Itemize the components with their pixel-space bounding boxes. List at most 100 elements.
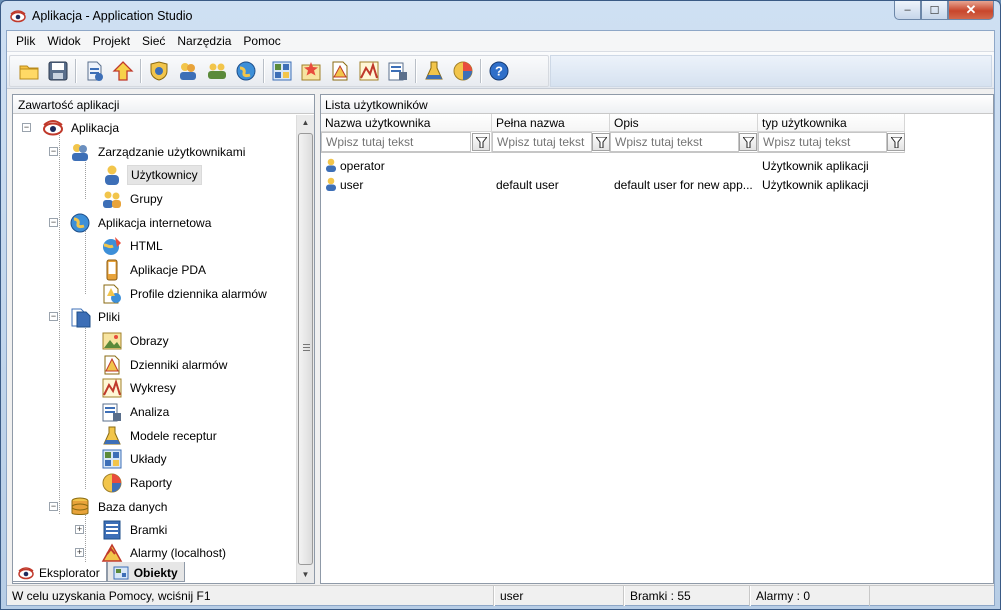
tree-label: Aplikacje PDA [130,263,207,277]
title-bar[interactable]: Aplikacja - Application Studio – ☐ ✕ [1,1,1000,31]
tree-label: Modele receptur [130,429,217,443]
recipes-button[interactable] [421,59,446,84]
scroll-thumb[interactable] [298,133,313,565]
filter-input-full-name[interactable] [492,132,592,152]
window-title: Aplikacja - Application Studio [32,9,193,23]
filter-cell [492,132,610,153]
groups-button[interactable] [204,59,229,84]
toolbar-separator [75,59,76,83]
tree-label: Wykresy [130,381,176,395]
chart-button[interactable] [356,59,381,84]
tree-item-images[interactable]: Obrazy [101,330,172,352]
column-header-username[interactable]: Nazwa użytkownika [321,114,492,132]
tree-item-database[interactable]: − Baza danych [49,496,170,518]
scroll-down-arrow-icon[interactable]: ▼ [297,567,314,583]
close-button[interactable]: ✕ [948,1,994,20]
menu-narzedzia[interactable]: Narzędzia [171,31,237,51]
tree-label: Alarmy (localhost) [130,546,227,560]
layout-button[interactable] [269,59,294,84]
filter-funnel-icon [890,136,902,148]
users-icon [72,144,88,161]
filter-button[interactable] [887,133,905,151]
open-button[interactable] [16,59,41,84]
status-gates: Bramki : 55 [624,586,750,606]
tree-item-reports[interactable]: Raporty [101,472,175,494]
filter-funnel-icon [595,136,607,148]
tree-item-user-management[interactable]: − Zarządzanie użytkownikami [49,141,248,163]
help-button[interactable]: ? [486,59,511,84]
tree-item-aplikacja[interactable]: − Aplikacja [22,117,122,139]
image-icon [102,332,122,350]
collapse-toggle[interactable]: − [49,502,58,511]
status-alarms: Alarmy : 0 [750,586,870,606]
expand-toggle[interactable]: + [75,525,84,534]
filter-button[interactable] [472,133,490,151]
tree-item-users[interactable]: Użytkownicy [101,164,202,186]
tree-item-html[interactable]: HTML [101,235,166,257]
html-icon [103,237,121,255]
tab-objects[interactable]: Obiekty [106,562,185,582]
toolbar-separator [480,59,481,83]
maximize-icon: ☐ [929,4,940,17]
collapse-toggle[interactable]: − [49,147,58,156]
menu-siec[interactable]: Sieć [136,31,171,51]
column-header-description[interactable]: Opis [610,114,758,132]
tree-item-pda[interactable]: Aplikacje PDA [101,259,209,281]
collapse-toggle[interactable]: − [22,123,31,132]
close-icon: ✕ [965,2,977,17]
analysis-icon [102,403,121,422]
tree-label: Aplikacja [71,121,120,135]
report-icon [453,61,472,81]
filter-button[interactable] [739,133,757,151]
publish-button[interactable] [110,59,135,84]
user-icon [105,165,119,185]
filter-button[interactable] [592,133,610,151]
new-document-button[interactable] [81,59,106,84]
tree-item-alarm-logs[interactable]: Dzienniki alarmów [101,354,230,376]
table-row[interactable]: user default user default user for new a… [321,175,905,194]
tree-scrollbar[interactable]: ▲ ▼ [296,115,314,583]
maximize-button[interactable]: ☐ [921,1,948,20]
table-row[interactable]: operator Użytkownik aplikacji [321,156,905,175]
tab-explorer[interactable]: Eksplorator [12,562,107,582]
expand-toggle[interactable]: + [75,548,84,557]
tree-item-files[interactable]: − Pliki [49,306,123,328]
tree-item-alarm-profiles[interactable]: Profile dziennika alarmów [101,283,270,305]
security-button[interactable] [146,59,171,84]
menu-plik[interactable]: Plik [10,31,41,51]
tree-item-gates[interactable]: + Bramki [75,519,170,541]
menu-projekt[interactable]: Projekt [87,31,136,51]
tab-label: Obiekty [133,565,178,580]
save-button[interactable] [45,59,70,84]
collapse-toggle[interactable]: − [49,218,58,227]
alarm-log-icon [332,61,347,81]
database-icon [71,497,89,515]
alarm-log-button[interactable] [327,59,352,84]
menu-widok[interactable]: Widok [41,31,86,51]
filter-input-description[interactable] [610,132,739,152]
tree-connector [85,322,86,489]
tree-item-charts[interactable]: Wykresy [101,377,179,399]
column-header-user-type[interactable]: typ użytkownika [758,114,905,132]
menu-pomoc[interactable]: Pomoc [237,31,286,51]
document-add-icon [87,61,103,81]
analysis-button[interactable] [385,59,410,84]
tree-item-groups[interactable]: Grupy [101,188,166,210]
column-header-full-name[interactable]: Pełna nazwa [492,114,610,132]
status-help-text: W celu uzyskania Pomocy, wciśnij F1 [7,586,494,606]
minimize-button[interactable]: – [894,1,921,20]
users-button[interactable] [175,59,200,84]
reports-button[interactable] [450,59,475,84]
tree-item-internet-app[interactable]: − Aplikacja internetowa [49,212,214,234]
tree-item-layouts[interactable]: Układy [101,448,170,470]
filter-input-username[interactable] [321,132,471,152]
images-button[interactable] [298,59,323,84]
tree-item-alarms-localhost[interactable]: + Alarmy (localhost) [75,542,229,564]
filter-input-user-type[interactable] [758,132,887,152]
web-app-button[interactable] [233,59,258,84]
flask-icon [424,61,443,80]
scroll-up-arrow-icon[interactable]: ▲ [297,115,314,131]
tree-item-analysis[interactable]: Analiza [101,401,172,423]
collapse-toggle[interactable]: − [49,312,58,321]
tree-item-recipes[interactable]: Modele receptur [101,425,220,447]
